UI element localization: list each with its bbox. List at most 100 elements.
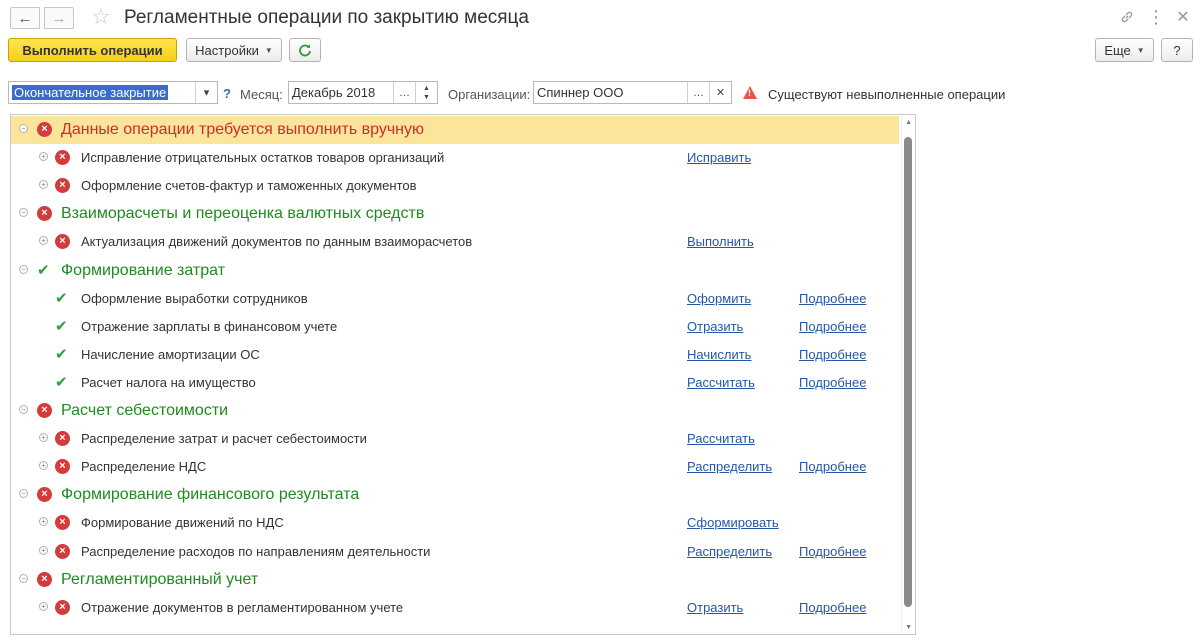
operation-details-link[interactable]: Подробнее (799, 544, 866, 560)
expand-toggle-icon[interactable]: + (39, 601, 48, 611)
operation-row[interactable]: ✔ Оформление выработки сотрудников Оформит… (11, 285, 899, 313)
more-button[interactable]: Еще ▼ (1095, 38, 1154, 62)
error-icon: × (55, 543, 70, 559)
arrow-left-icon: ← (17, 9, 33, 27)
more-label: Еще (1104, 42, 1131, 58)
error-icon: × (37, 487, 52, 503)
expand-toggle-icon[interactable]: + (39, 433, 48, 443)
spin-up-icon[interactable]: ▲ (423, 84, 430, 93)
collapse-toggle-icon[interactable]: − (19, 208, 28, 218)
operation-row[interactable]: + × Исправление отрицательных остатков тов… (11, 144, 899, 172)
organizations-label: Организации: (448, 87, 531, 102)
error-icon: × (55, 599, 70, 615)
settings-button[interactable]: Настройки ▼ (186, 38, 282, 62)
operation-label: Начисление амортизации ОС (81, 346, 260, 362)
operation-action-link[interactable]: Сформировать (687, 515, 779, 531)
month-spinner[interactable]: ▲ ▼ (415, 82, 437, 103)
link-icon[interactable] (1116, 6, 1138, 28)
operation-row[interactable]: ✔ Расчет налога на имущество Рассчитать Под… (11, 369, 899, 397)
error-icon: × (37, 571, 52, 587)
back-button[interactable]: ← (10, 7, 40, 29)
more-menu-icon[interactable]: ⋮ (1145, 6, 1167, 28)
expand-toggle-icon[interactable]: + (39, 180, 48, 190)
scrollbar-thumb[interactable] (904, 137, 912, 607)
operation-details-link[interactable]: Подробнее (799, 291, 866, 307)
clear-icon[interactable]: ✕ (709, 82, 731, 103)
expand-toggle-icon[interactable]: + (39, 461, 48, 471)
error-icon: × (37, 206, 52, 222)
spin-down-icon[interactable]: ▼ (423, 93, 430, 102)
operation-details-link[interactable]: Подробнее (799, 319, 866, 335)
mode-help-icon[interactable]: ? (223, 86, 231, 101)
group-title: Формирование финансового результата (61, 486, 360, 504)
expand-toggle-icon[interactable]: + (39, 152, 48, 162)
group-row[interactable]: − × Регламентированный учет (11, 566, 899, 594)
operation-details-link[interactable]: Подробнее (799, 459, 866, 475)
group-row[interactable]: − ✔ Формирование затрат (11, 257, 899, 285)
check-icon: ✔ (55, 345, 68, 363)
operation-row[interactable]: + × Формирование движений по НДС Сформирова… (11, 509, 899, 537)
organization-field[interactable]: Спиннер ООО … ✕ (533, 81, 732, 104)
help-button[interactable]: ? (1161, 38, 1193, 62)
title-bar: ← → ☆ Регламентные операции по закрытию … (0, 0, 1200, 36)
expand-toggle-icon[interactable]: + (39, 517, 48, 527)
operation-action-link[interactable]: Начислить (687, 347, 751, 363)
vertical-scrollbar[interactable]: ▲ ▼ (901, 115, 915, 634)
collapse-toggle-icon[interactable]: − (19, 124, 28, 133)
scroll-down-icon[interactable]: ▼ (905, 624, 912, 631)
operation-row[interactable]: + × Распределение расходов по направлениям… (11, 538, 899, 566)
group-row[interactable]: − × Формирование финансового результата (11, 481, 899, 509)
operation-action-link[interactable]: Оформить (687, 291, 751, 307)
operation-row[interactable]: + × Отражение документов в регламентирован… (11, 594, 899, 622)
favorite-star-icon[interactable]: ☆ (91, 5, 111, 29)
execute-operations-button[interactable]: Выполнить операции (8, 38, 177, 62)
operation-action-link[interactable]: Отразить (687, 600, 743, 616)
operation-row[interactable]: ✔ Начисление амортизации ОС Начислить Подро… (11, 341, 899, 369)
refresh-icon (299, 44, 311, 57)
execute-operations-label: Выполнить операции (22, 42, 163, 58)
collapse-toggle-icon[interactable]: − (19, 489, 28, 499)
operation-action-link[interactable]: Распределить (687, 544, 772, 560)
operation-action-link[interactable]: Распределить (687, 459, 772, 475)
scroll-up-icon[interactable]: ▲ (905, 119, 912, 126)
help-icon: ? (1173, 42, 1181, 58)
operation-details-link[interactable]: Подробнее (799, 375, 866, 391)
operation-row[interactable]: + × Распределение затрат и расчет себестои… (11, 425, 899, 453)
operation-action-link[interactable]: Исправить (687, 150, 751, 166)
operation-row[interactable]: + × Оформление счетов-фактур и таможенных … (11, 172, 899, 200)
operation-details-link[interactable]: Подробнее (799, 600, 866, 616)
collapse-toggle-icon[interactable]: − (19, 264, 28, 274)
select-ellipsis-icon[interactable]: … (393, 82, 415, 103)
warning-message: Существуют невыполненные операции (768, 87, 1006, 102)
group-row[interactable]: − × Расчет себестоимости (11, 397, 899, 425)
close-icon[interactable]: ✕ (1172, 6, 1194, 28)
operation-row[interactable]: + × Актуализация движений документов по да… (11, 228, 899, 256)
operation-action-link[interactable]: Отразить (687, 319, 743, 335)
month-value: Декабрь 2018 (292, 85, 376, 100)
select-ellipsis-icon[interactable]: … (687, 82, 709, 103)
collapse-toggle-icon[interactable]: − (19, 573, 28, 583)
expand-toggle-icon[interactable]: + (39, 236, 48, 246)
operation-action-link[interactable]: Рассчитать (687, 431, 755, 447)
closing-mode-select[interactable]: Окончательное закрытие ▾ (8, 81, 218, 104)
dropdown-arrow-icon[interactable]: ▾ (195, 82, 217, 103)
operation-label: Отражение документов в регламентированно… (81, 599, 404, 615)
operations-tree[interactable]: ▲ ▼ − × Данные операции требуется выполнит… (10, 114, 916, 635)
group-row[interactable]: − × Данные операции требуется выполнить вр… (11, 116, 899, 144)
forward-button[interactable]: → (44, 7, 74, 29)
operation-row[interactable]: ✔ Отражение зарплаты в финансовом учете От… (11, 313, 899, 341)
operation-row[interactable]: + × Распределение НДС Распределить Подробнее (11, 453, 899, 481)
expand-toggle-icon[interactable]: + (39, 545, 48, 555)
check-icon: ✔ (37, 261, 50, 279)
collapse-toggle-icon[interactable]: − (19, 405, 28, 414)
refresh-button[interactable] (289, 38, 321, 62)
group-title: Расчет себестоимости (61, 402, 229, 419)
operation-action-link[interactable]: Рассчитать (687, 375, 755, 391)
group-row[interactable]: − × Взаиморасчеты и переоценка валютных ср… (11, 200, 899, 228)
operation-label: Оформление выработки сотрудников (81, 290, 308, 306)
arrow-right-icon: → (51, 9, 67, 27)
operation-action-link[interactable]: Выполнить (687, 234, 754, 250)
operation-details-link[interactable]: Подробнее (799, 347, 866, 363)
operation-label: Оформление счетов-фактур и таможенных до… (81, 178, 417, 194)
month-field[interactable]: Декабрь 2018 … ▲ ▼ (288, 81, 438, 104)
